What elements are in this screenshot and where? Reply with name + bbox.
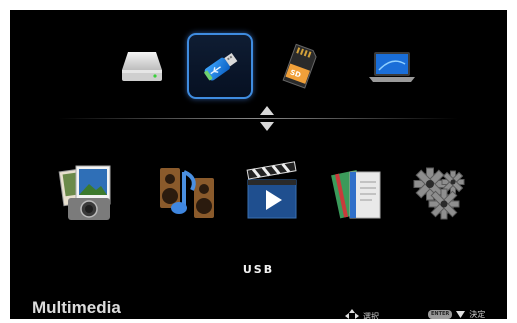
usb-drive-icon <box>204 52 238 81</box>
settings-gear-icon <box>413 167 465 220</box>
dpad-icon <box>345 309 359 319</box>
hard-drive-icon <box>122 52 162 81</box>
enter-key-icon: ENTER <box>428 310 453 319</box>
source-network[interactable] <box>360 34 424 98</box>
down-arrow-icon <box>260 122 274 131</box>
select-hint: 選択 <box>345 309 379 319</box>
category-video[interactable] <box>240 160 306 226</box>
source-usb[interactable] <box>187 33 253 99</box>
laptop-network-icon <box>369 52 415 82</box>
category-documents[interactable] <box>326 160 392 226</box>
sd-card-icon: SD <box>282 43 317 89</box>
divider <box>58 118 458 119</box>
confirm-hint: ENTER 決定 <box>428 309 485 319</box>
music-icon <box>160 168 214 218</box>
documents-icon <box>331 169 381 219</box>
selected-source-label: USB <box>242 263 275 276</box>
up-arrow-icon <box>260 106 274 115</box>
video-icon <box>246 161 297 219</box>
category-photo[interactable] <box>56 160 122 226</box>
category-settings[interactable] <box>408 160 474 226</box>
source-sd-card[interactable]: SD <box>268 34 332 98</box>
media-menu-screen: SD USB Multimedia 選択 ENTER 決定 <box>10 10 507 319</box>
photo-icon <box>58 165 111 220</box>
down-triangle-icon <box>456 311 466 318</box>
select-hint-label: 選択 <box>363 311 379 320</box>
category-music[interactable] <box>154 160 220 226</box>
confirm-hint-label: 決定 <box>469 310 486 319</box>
page-title: Multimedia <box>32 298 121 317</box>
source-hard-drive[interactable] <box>110 34 174 98</box>
